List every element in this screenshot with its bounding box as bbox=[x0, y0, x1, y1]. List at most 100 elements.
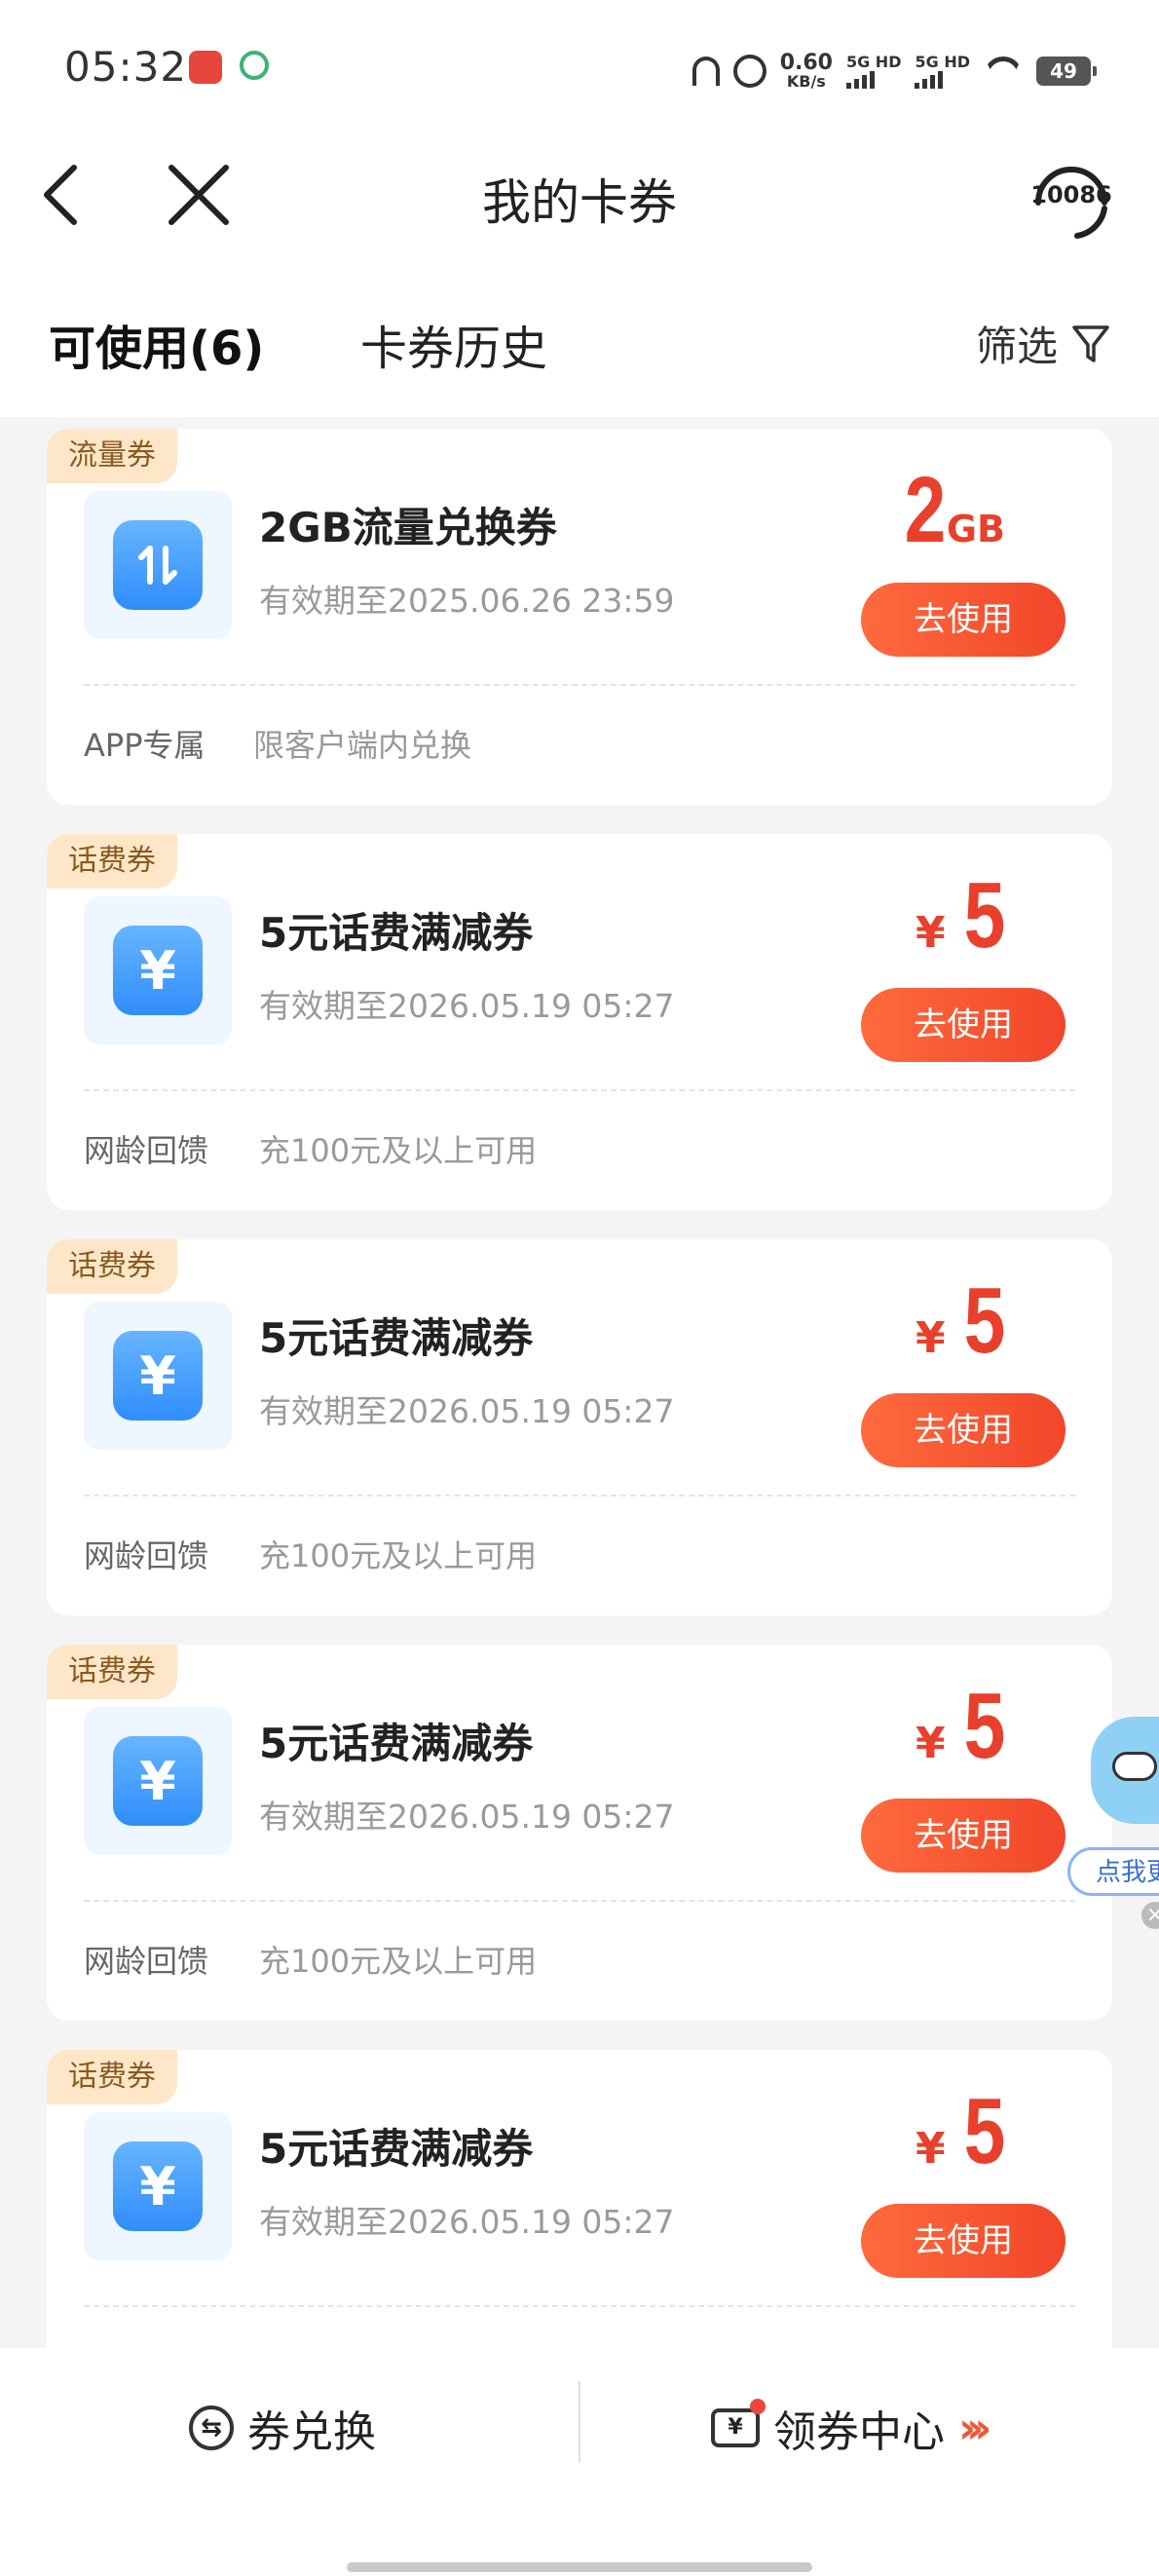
coupon-center-button[interactable]: ¥ 领券中心 ››› bbox=[711, 2397, 992, 2459]
coupon-label: APP专属 bbox=[84, 727, 206, 764]
coupon-value: ¥5 bbox=[916, 869, 1005, 963]
coupon-desc: 充100元及以上可用 bbox=[259, 1537, 538, 1574]
page-title: 我的卡券 bbox=[482, 174, 677, 231]
card-divider bbox=[84, 1089, 1075, 1091]
coupon-type-tag: 话费券 bbox=[47, 1645, 177, 1699]
coupon-expiry: 有效期至2026.05.19 05:27 bbox=[259, 987, 675, 1025]
coupon-card: 话费券 ¥ 5元话费满减券 有效期至2026.05.19 05:27 ¥5 去使… bbox=[47, 834, 1112, 1210]
coupon-value-prefix: ¥ bbox=[915, 1719, 946, 1768]
coupon-expiry: 有效期至2026.05.19 05:27 bbox=[259, 1798, 675, 1836]
net-speed-value: 0.60 bbox=[779, 51, 833, 75]
mascot-icon bbox=[1091, 1717, 1159, 1824]
coupon-value-number: 5 bbox=[963, 1269, 1005, 1373]
coupon-value-prefix: ¥ bbox=[915, 1313, 946, 1363]
net-speed: 0.60 KB/s bbox=[780, 53, 833, 90]
coupon-value-number: 5 bbox=[963, 1674, 1005, 1778]
coupon-value: 2GB bbox=[894, 464, 1005, 557]
card-divider bbox=[84, 1900, 1075, 1902]
battery-icon: 49 bbox=[1036, 57, 1097, 86]
coupon-expiry: 有效期至2025.06.26 23:59 bbox=[259, 582, 675, 620]
signal-bars-icon bbox=[845, 71, 902, 89]
use-coupon-button[interactable]: 去使用 bbox=[861, 583, 1066, 657]
sim1-signal: 5G HD bbox=[845, 53, 902, 89]
net-speed-unit: KB/s bbox=[786, 72, 826, 91]
coupon-desc: 充100元及以上可用 bbox=[259, 1132, 538, 1169]
sim2-label: 5G HD bbox=[915, 53, 970, 71]
coupon-value: ¥5 bbox=[916, 1274, 1005, 1368]
status-time: 05:32 bbox=[64, 43, 188, 91]
sim2-signal: 5G HD bbox=[915, 54, 970, 89]
coupon-value-number: 5 bbox=[963, 863, 1005, 967]
alarm-icon bbox=[732, 55, 766, 88]
coupon-title: 5元话费满减券 bbox=[259, 2125, 534, 2173]
headset-icon bbox=[692, 57, 720, 86]
coupon-value-number: 2 bbox=[905, 458, 947, 562]
wifi-icon bbox=[984, 57, 1023, 86]
exchange-icon: ⇆ bbox=[189, 2406, 234, 2450]
card-divider bbox=[84, 2305, 1075, 2307]
app-notification-icon bbox=[189, 51, 222, 84]
status-bar: 05:32 0.60 KB/s 5G HD 5G HD 49 bbox=[0, 0, 1159, 136]
coupon-icon-box: ¥ bbox=[84, 1302, 232, 1450]
coupon-expiry: 有效期至2026.05.19 05:27 bbox=[259, 2203, 675, 2241]
coupon-expiry: 有效期至2026.05.19 05:27 bbox=[259, 1392, 675, 1430]
coupon-title: 5元话费满减券 bbox=[259, 1314, 534, 1362]
use-coupon-button[interactable]: 去使用 bbox=[861, 1393, 1066, 1467]
coupon-card: 话费券 ¥ 5元话费满减券 有效期至2026.05.19 05:27 ¥5 去使… bbox=[47, 1239, 1112, 1615]
use-coupon-button[interactable]: 去使用 bbox=[861, 1799, 1066, 1873]
ticket-icon-glyph: ¥ bbox=[728, 2415, 743, 2440]
app-notification-icon-2 bbox=[240, 51, 269, 80]
sim1-label: 5G HD bbox=[845, 53, 902, 71]
yen-icon: ¥ bbox=[113, 926, 203, 1015]
coupon-value: ¥5 bbox=[916, 1680, 1005, 1773]
home-indicator[interactable] bbox=[347, 2562, 812, 2572]
coupon-type-tag: 话费券 bbox=[47, 2050, 177, 2104]
coupon-card: 话费券 ¥ 5元话费满减券 有效期至2026.05.19 05:27 ¥5 去使… bbox=[47, 1645, 1112, 2021]
coupon-title: 5元话费满减券 bbox=[259, 909, 534, 957]
coupon-label: 网龄回馈 bbox=[84, 1943, 209, 1980]
coupon-value-prefix: ¥ bbox=[915, 908, 946, 958]
coupon-desc: 限客户端内兑换 bbox=[253, 727, 472, 764]
use-coupon-button[interactable]: 去使用 bbox=[861, 988, 1066, 1062]
ticket-icon: ¥ bbox=[711, 2399, 766, 2447]
coupon-exchange-label: 券兑换 bbox=[247, 2407, 376, 2457]
floating-assistant[interactable] bbox=[1081, 1707, 1159, 1843]
use-coupon-button[interactable]: 去使用 bbox=[861, 2204, 1066, 2278]
coupon-card: 话费券 ¥ 5元话费满减券 有效期至2026.05.19 05:27 ¥5 去使… bbox=[47, 2050, 1112, 2371]
card-divider bbox=[84, 1495, 1075, 1496]
coupon-value: ¥5 bbox=[916, 2085, 1005, 2178]
status-icons: 0.60 KB/s 5G HD 5G HD 49 bbox=[692, 47, 1097, 95]
coupon-title: 5元话费满减券 bbox=[259, 1720, 534, 1767]
coupon-value-number: 5 bbox=[963, 2079, 1005, 2183]
card-divider bbox=[84, 684, 1075, 686]
notification-dot bbox=[750, 2399, 766, 2414]
coupon-type-tag: 流量券 bbox=[47, 429, 177, 483]
filter-label: 筛选 bbox=[975, 322, 1058, 370]
data-transfer-icon bbox=[113, 520, 203, 610]
coupon-type-tag: 话费券 bbox=[47, 1239, 177, 1294]
tab-usable[interactable]: 可使用(6) bbox=[49, 310, 264, 378]
coupon-center-label: 领券中心 bbox=[773, 2407, 945, 2457]
coupon-exchange-button[interactable]: ⇆ 券兑换 bbox=[189, 2397, 376, 2459]
coupon-type-tag: 话费券 bbox=[47, 834, 177, 889]
coupon-label: 网龄回馈 bbox=[84, 1537, 209, 1574]
filter-icon bbox=[1072, 324, 1109, 362]
coupon-value-unit: GB bbox=[946, 508, 1005, 550]
yen-icon: ¥ bbox=[113, 2141, 203, 2231]
tab-history[interactable]: 卡券历史 bbox=[360, 310, 547, 378]
coupon-icon-box: ¥ bbox=[84, 896, 232, 1044]
coupon-icon-box: ¥ bbox=[84, 2112, 232, 2260]
signal-bars-icon bbox=[915, 71, 970, 89]
mascot-eye bbox=[1112, 1752, 1157, 1781]
bottom-divider bbox=[579, 2381, 580, 2463]
coupon-desc: 充100元及以上可用 bbox=[259, 1943, 538, 1980]
yen-icon: ¥ bbox=[113, 1736, 203, 1826]
bottom-bar: ⇆ 券兑换 ¥ 领券中心 ››› bbox=[0, 2348, 1159, 2576]
coupon-icon-box: ¥ bbox=[84, 1707, 232, 1855]
floating-assistant-label[interactable]: 点我更 bbox=[1067, 1847, 1159, 1896]
coupon-label: 网龄回馈 bbox=[84, 1132, 209, 1169]
service-label: 10086 bbox=[1030, 181, 1112, 208]
close-icon[interactable]: × bbox=[1141, 1902, 1159, 1929]
customer-service-button[interactable]: 10086 bbox=[1025, 152, 1118, 246]
filter-button[interactable]: 筛选 bbox=[976, 314, 1110, 373]
